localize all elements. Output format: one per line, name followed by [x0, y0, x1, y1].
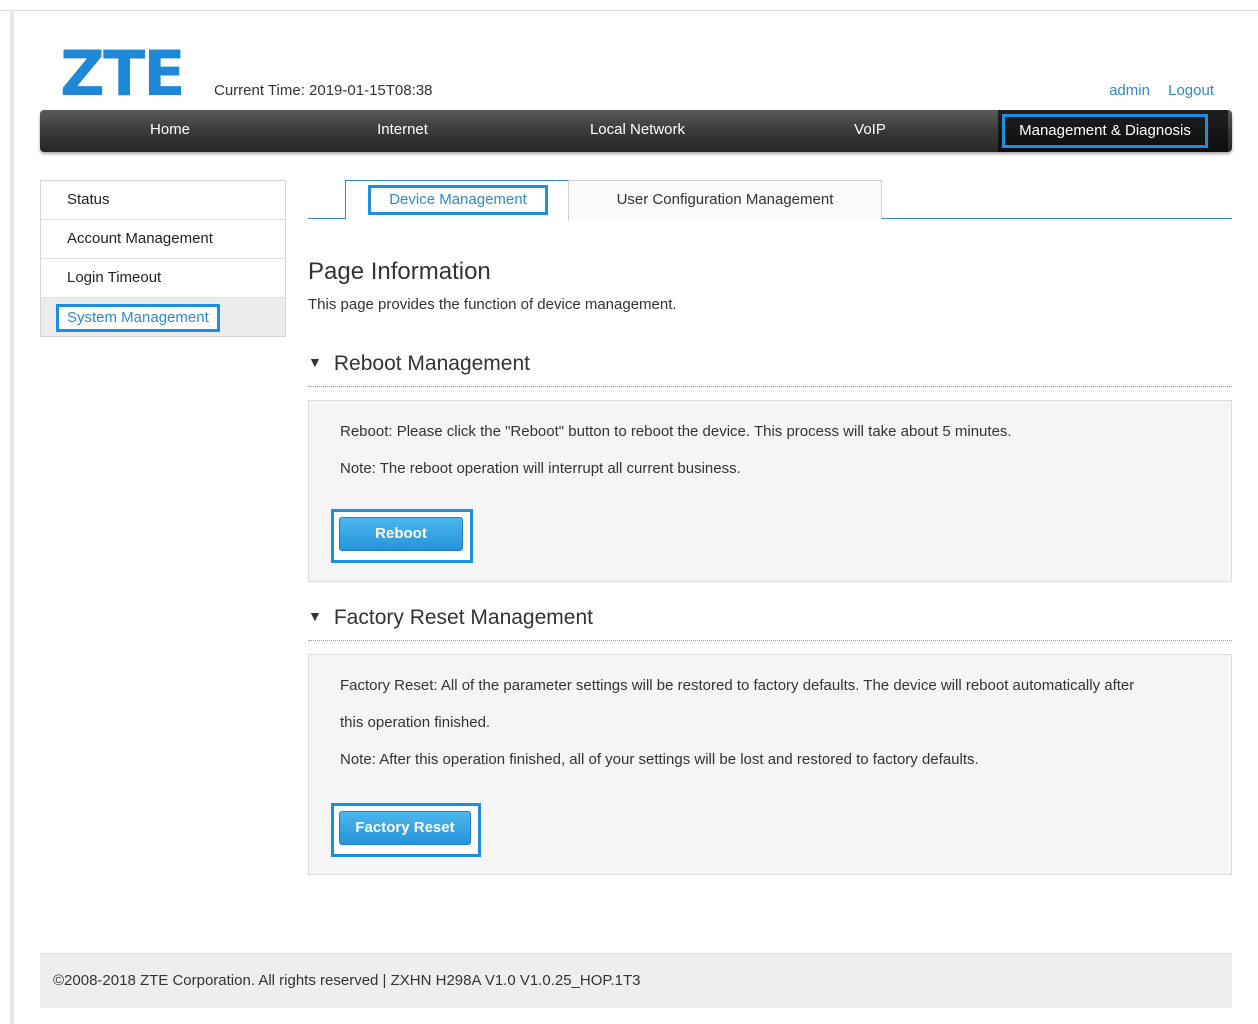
- zte-logo: ZTE: [60, 37, 186, 110]
- sidebar-item-status[interactable]: Status: [41, 181, 285, 220]
- footer: ©2008-2018 ZTE Corporation. All rights r…: [40, 953, 1232, 1008]
- nav-local-network[interactable]: Local Network: [545, 110, 730, 152]
- section-divider: [308, 640, 1232, 641]
- logout-link[interactable]: Logout: [1168, 82, 1214, 99]
- user-link[interactable]: admin: [1109, 82, 1150, 99]
- sidebar-item-system-management[interactable]: System Management: [41, 298, 285, 336]
- window-top-border: [0, 0, 1258, 11]
- current-time: Current Time: 2019-01-15T08:38: [214, 82, 433, 99]
- collapse-triangle-icon: ▼: [308, 354, 322, 370]
- sidebar: Status Account Management Login Timeout …: [40, 180, 286, 337]
- nav-management-diagnosis[interactable]: Management & Diagnosis: [1002, 114, 1208, 148]
- reboot-panel: Reboot: Please click the "Reboot" button…: [308, 400, 1232, 582]
- sidebar-item-account-management[interactable]: Account Management: [41, 220, 285, 259]
- factory-reset-panel: Factory Reset: All of the parameter sett…: [308, 654, 1232, 875]
- sidebar-item-label: System Management: [56, 304, 220, 332]
- nav-home[interactable]: Home: [80, 110, 260, 152]
- factory-reset-note-text: Note: After this operation finished, all…: [340, 751, 979, 768]
- nav-internet[interactable]: Internet: [310, 110, 495, 152]
- window-left-border: [10, 10, 14, 1024]
- section-title-label: Factory Reset Management: [333, 606, 593, 629]
- footer-copyright: ©2008-2018 ZTE Corporation. All rights r…: [53, 972, 641, 989]
- collapse-triangle-icon: ▼: [308, 608, 322, 624]
- factory-reset-button-highlight: Factory Reset: [331, 803, 481, 857]
- sidebar-item-login-timeout[interactable]: Login Timeout: [41, 259, 285, 298]
- factory-reset-section-title[interactable]: ▼ Factory Reset Management: [308, 606, 593, 630]
- tab-user-configuration-management[interactable]: User Configuration Management: [568, 180, 882, 219]
- header-links: admin Logout: [1095, 82, 1214, 99]
- tab-device-management[interactable]: Device Management: [345, 180, 569, 220]
- reboot-note-text: Note: The reboot operation will interrup…: [340, 460, 741, 477]
- section-divider: [308, 386, 1232, 387]
- main-nav: Home Internet Local Network VoIP Managem…: [40, 110, 1232, 152]
- reboot-button[interactable]: Reboot: [339, 517, 463, 551]
- reboot-section-title[interactable]: ▼ Reboot Management: [308, 352, 530, 376]
- factory-reset-info-text-cont: this operation finished.: [340, 714, 491, 731]
- reboot-info-text: Reboot: Please click the "Reboot" button…: [340, 423, 1012, 440]
- tab-label: Device Management: [368, 185, 548, 215]
- reboot-button-highlight: Reboot: [331, 509, 473, 563]
- section-title-label: Reboot Management: [333, 352, 530, 375]
- page-title: Page Information: [308, 258, 491, 285]
- factory-reset-button[interactable]: Factory Reset: [339, 811, 471, 845]
- factory-reset-info-text: Factory Reset: All of the parameter sett…: [340, 677, 1135, 694]
- nav-voip[interactable]: VoIP: [780, 110, 960, 152]
- page-description: This page provides the function of devic…: [308, 296, 677, 313]
